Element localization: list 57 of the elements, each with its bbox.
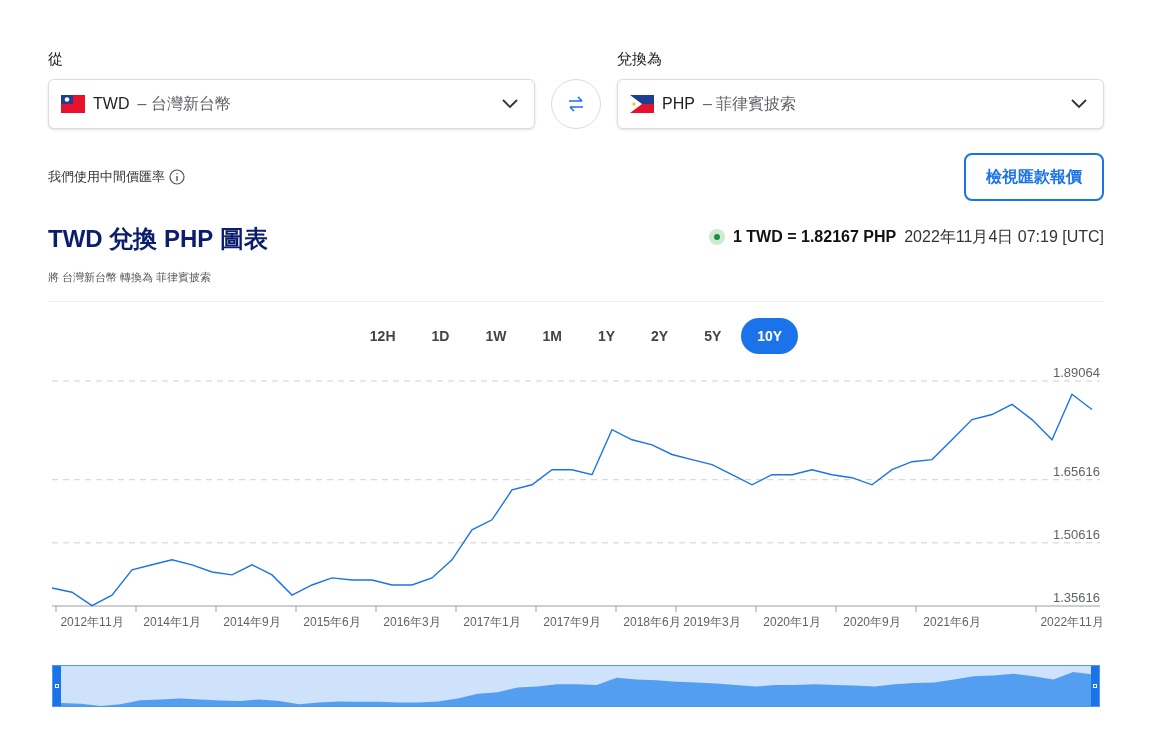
- tick-mark: [215, 605, 217, 613]
- flag-icon: [61, 94, 85, 113]
- x-axis-label: 2012年11月: [60, 615, 124, 629]
- x-axis-label: 2020年1月: [763, 615, 821, 629]
- flag-icon: [630, 94, 654, 113]
- x-axis-label: 2018年6月: [623, 615, 681, 629]
- tick-mark: [455, 605, 457, 613]
- tick-mark: [915, 605, 917, 613]
- live-rate: 1 TWD = 1.82167 PHP: [733, 226, 897, 247]
- range-tab[interactable]: 12H: [353, 318, 412, 354]
- range-tab[interactable]: 1M: [526, 318, 578, 354]
- chart-subtitle: 將 台灣新台幣 轉換為 菲律賓披索: [48, 269, 213, 285]
- field-label: 從: [48, 49, 64, 69]
- range-tab[interactable]: 5Y: [688, 318, 738, 354]
- info-icon[interactable]: [169, 168, 185, 185]
- x-axis-label: 2022年11月: [1040, 615, 1104, 629]
- field-label: 兌換為: [617, 49, 663, 69]
- y-axis-label: 1.65616: [1053, 463, 1100, 479]
- x-axis-label: 2020年9月: [843, 615, 901, 629]
- quote-button[interactable]: 檢視匯款報價: [964, 152, 1104, 201]
- y-axis-label: 1.35616: [1053, 590, 1100, 605]
- range-tab[interactable]: 2Y: [635, 318, 685, 354]
- tick-mark: [615, 605, 617, 613]
- x-axis-label: 2016年3月: [383, 615, 441, 629]
- tick-mark: [55, 605, 57, 613]
- range-tab[interactable]: 1W: [469, 318, 523, 354]
- x-axis-label: 2014年1月: [143, 615, 201, 629]
- x-axis-label: 2015年6月: [303, 615, 361, 629]
- chevron-down-icon: [1071, 98, 1087, 109]
- range-tab[interactable]: 1D: [415, 318, 466, 354]
- rate-timestamp: 2022年11月4日 07:19 [UTC]: [904, 226, 1104, 247]
- currency-select[interactable]: PHP – 菲律賓披索: [617, 78, 1104, 129]
- tick-mark: [1035, 605, 1037, 613]
- x-axis-label: 2017年1月: [463, 615, 521, 629]
- tick-mark: [535, 605, 537, 613]
- live-indicator-icon: [709, 228, 725, 245]
- x-axis-label: 2017年9月: [543, 615, 601, 629]
- tick-mark: [135, 605, 137, 613]
- swap-icon: [567, 95, 585, 112]
- tick-mark: [375, 605, 377, 613]
- right-handle[interactable]: [1091, 666, 1099, 706]
- chart-title: TWD 兌換 PHP 圖表: [48, 223, 268, 254]
- y-axis-label: 1.50616: [1053, 526, 1100, 542]
- tick-mark: [295, 605, 297, 613]
- x-axis-label: 2019年3月: [683, 615, 741, 629]
- range-tab[interactable]: 10Y: [741, 318, 799, 354]
- range-tab[interactable]: 1Y: [581, 318, 631, 354]
- rate-note: 我們使用中間價匯率: [48, 167, 165, 186]
- tick-mark: [755, 605, 757, 613]
- tick-mark: [675, 605, 677, 613]
- currency-select[interactable]: TWD – 台灣新台幣: [48, 78, 535, 129]
- y-axis-label: 1.89064: [1053, 365, 1100, 380]
- left-handle[interactable]: [53, 666, 61, 706]
- x-axis-label: 2014年9月: [223, 615, 281, 629]
- tick-mark: [835, 605, 837, 613]
- x-axis-label: 2021年6月: [923, 615, 981, 629]
- chevron-down-icon: [502, 98, 518, 109]
